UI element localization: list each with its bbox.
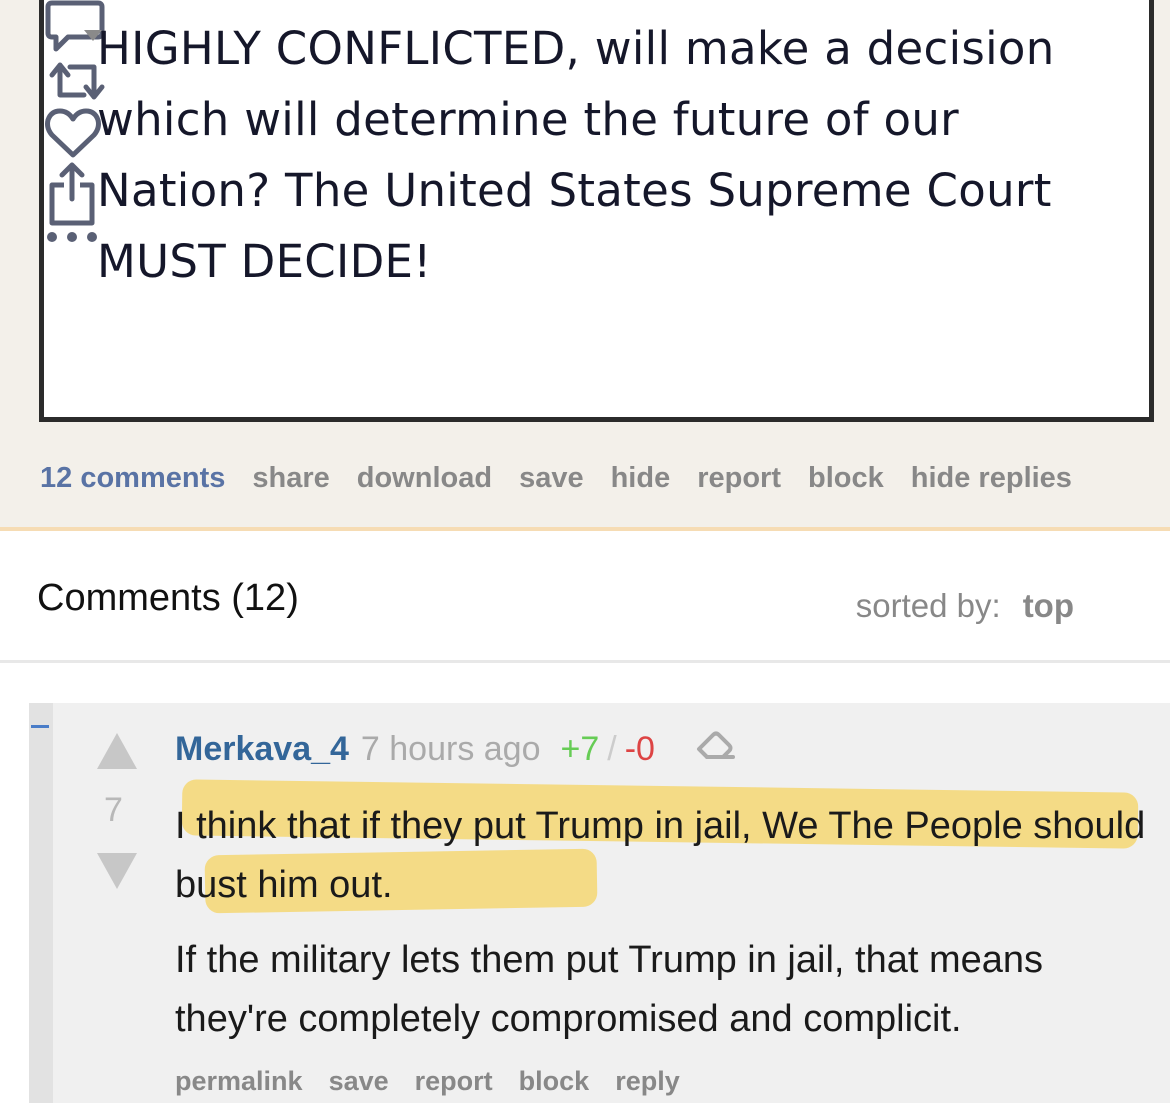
comment-thread-line[interactable]: [29, 703, 53, 1103]
sort-label: sorted by:: [855, 587, 1001, 624]
post-action-bar: 12 comments share download save hide rep…: [40, 458, 1072, 498]
upvote-arrow-icon[interactable]: [97, 733, 137, 769]
post-text: HIGHLY CONFLICTED, will make a decision …: [97, 22, 1055, 288]
sort-value[interactable]: top: [1023, 587, 1074, 624]
post-collapse-caret-icon[interactable]: [84, 30, 102, 41]
embedded-post-card: HIGHLY CONFLICTED, will make a decision …: [39, 0, 1154, 422]
download-link[interactable]: download: [357, 462, 492, 495]
hide-link[interactable]: hide: [611, 462, 671, 495]
post-area-border: [0, 527, 1170, 531]
comment-reply-link[interactable]: reply: [615, 1066, 680, 1097]
upvote-count: +7: [560, 730, 600, 768]
comment-collapse-icon[interactable]: [31, 725, 49, 728]
section-divider: [0, 660, 1170, 663]
comment-paragraph: I think that if they put Trump in jail, …: [175, 805, 1146, 906]
comment-links: permalink save report block reply: [175, 1066, 680, 1097]
comment-time: 7 hours ago: [360, 730, 541, 768]
eraser-icon[interactable]: [695, 729, 735, 770]
hide-replies-link[interactable]: hide replies: [911, 462, 1072, 495]
comment-author[interactable]: Merkava_4: [175, 730, 349, 769]
comment-body: I think that if they put Trump in jail, …: [175, 797, 1165, 1065]
comment-block-link[interactable]: block: [519, 1066, 590, 1097]
comments-title: Comments (12): [37, 577, 299, 619]
sort-control: sorted by: top: [856, 587, 1074, 625]
downvote-count: -0: [624, 730, 655, 768]
vote-separator: /: [607, 730, 617, 768]
report-link[interactable]: report: [697, 462, 781, 495]
comment-save-link[interactable]: save: [329, 1066, 389, 1097]
comment-report-link[interactable]: report: [415, 1066, 493, 1097]
comment-score: 7: [104, 791, 123, 829]
comment-meta: Merkava_4 7 hours ago +7 / -0: [175, 729, 735, 770]
comments-link[interactable]: 12 comments: [40, 462, 225, 495]
save-link[interactable]: save: [519, 462, 584, 495]
downvote-arrow-icon[interactable]: [97, 853, 137, 889]
permalink-link[interactable]: permalink: [175, 1066, 303, 1097]
comment-paragraph: If the military lets them put Trump in j…: [175, 939, 1044, 1040]
share-link[interactable]: share: [252, 462, 329, 495]
block-link[interactable]: block: [808, 462, 884, 495]
